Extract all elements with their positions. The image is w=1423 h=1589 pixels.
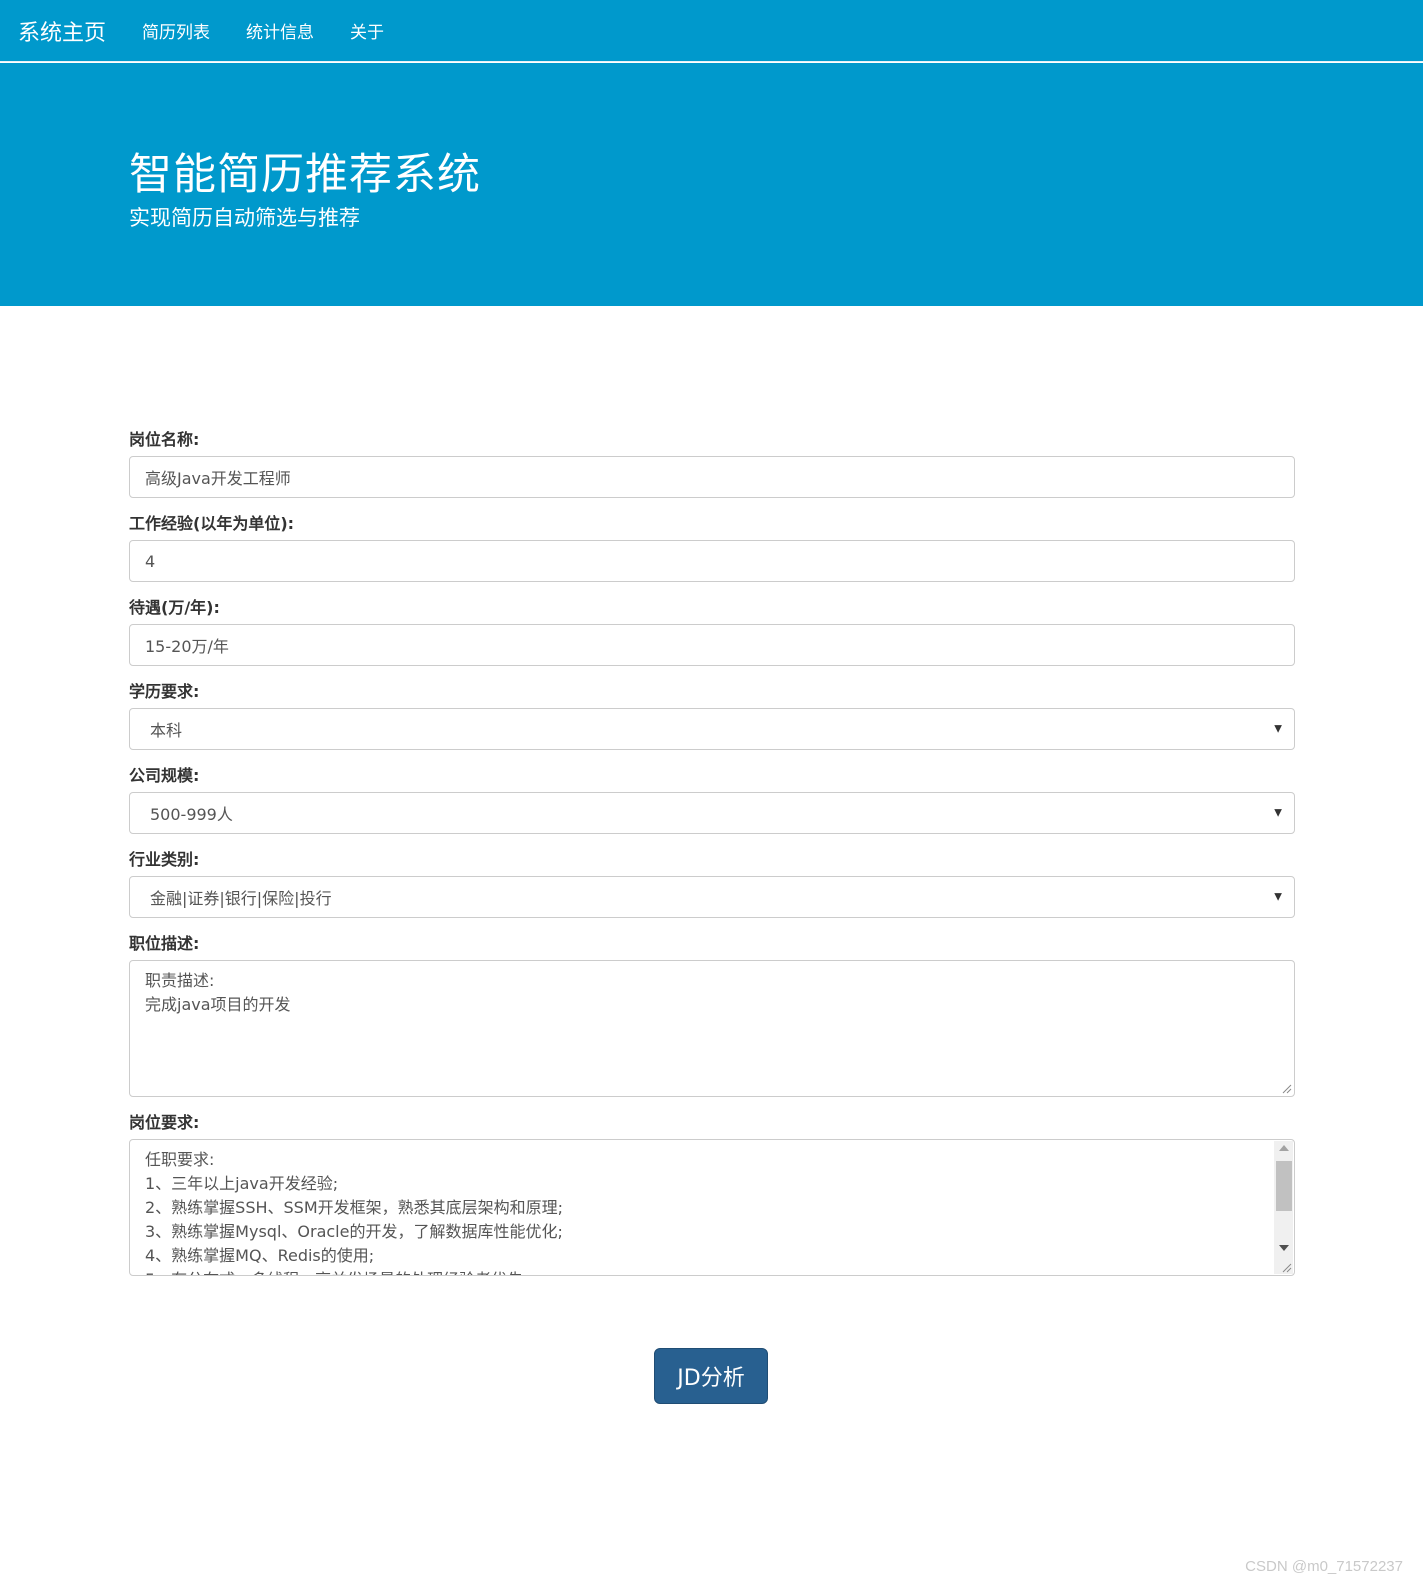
- requirements-label: 岗位要求:: [129, 1113, 200, 1132]
- company-size-group: 公司规模: 500-999人 ▼: [129, 766, 1295, 834]
- experience-label: 工作经验(以年为单位):: [129, 514, 295, 533]
- scroll-up-arrow-icon[interactable]: [1279, 1145, 1289, 1151]
- nav-item-about[interactable]: 关于: [350, 18, 384, 43]
- requirements-line: 4、熟练掌握MQ、Redis的使用;: [145, 1246, 375, 1265]
- navbar: 系统主页 简历列表 统计信息 关于: [0, 0, 1423, 62]
- job-title-value: 高级Java开发工程师: [145, 469, 291, 488]
- job-title-input[interactable]: 高级Java开发工程师: [129, 456, 1295, 498]
- job-title-group: 岗位名称: 高级Java开发工程师: [129, 430, 1295, 498]
- company-size-label: 公司规模:: [129, 766, 200, 785]
- requirements-line: 5、有分布式、多线程、高并发场景的处理经验者优先: [145, 1268, 1260, 1275]
- scrollbar-thumb[interactable]: [1276, 1161, 1292, 1211]
- education-value: 本科: [150, 721, 183, 740]
- requirements-line: 3、熟练掌握Mysql、Oracle的开发，了解数据库性能优化;: [145, 1222, 563, 1241]
- chevron-down-icon: ▼: [1274, 723, 1282, 735]
- nav-item-resume-list[interactable]: 简历列表: [142, 18, 210, 43]
- job-title-label: 岗位名称:: [129, 430, 200, 449]
- page-title: 智能简历推荐系统: [129, 150, 481, 200]
- watermark: CSDN @m0_71572237: [1245, 1558, 1403, 1575]
- education-label: 学历要求:: [129, 682, 200, 701]
- scroll-down-arrow-icon[interactable]: [1279, 1245, 1289, 1251]
- brand-link[interactable]: 系统主页: [18, 15, 106, 47]
- resize-grip-icon[interactable]: [1280, 1082, 1292, 1094]
- salary-group: 待遇(万/年): 15-20万/年: [129, 598, 1295, 666]
- jd-form: 岗位名称: 高级Java开发工程师 工作经验(以年为单位): 4 待遇(万/年)…: [129, 430, 1295, 1292]
- requirements-line: 任职要求:: [145, 1150, 215, 1169]
- company-size-select[interactable]: 500-999人 ▼: [129, 792, 1295, 834]
- requirements-line: 2、熟练掌握SSH、SSM开发框架，熟悉其底层架构和原理;: [145, 1198, 564, 1217]
- industry-value: 金融|证券|银行|保险|投行: [150, 889, 332, 908]
- requirements-group: 岗位要求: 任职要求: 1、三年以上java开发经验; 2、熟练掌握SSH、SS…: [129, 1113, 1295, 1276]
- jd-analyze-button[interactable]: JD分析: [654, 1348, 768, 1404]
- industry-select[interactable]: 金融|证券|银行|保险|投行 ▼: [129, 876, 1295, 918]
- salary-input[interactable]: 15-20万/年: [129, 624, 1295, 666]
- nav-item-statistics[interactable]: 统计信息: [246, 18, 314, 43]
- requirements-line: 1、三年以上java开发经验;: [145, 1174, 339, 1193]
- industry-label: 行业类别:: [129, 850, 200, 869]
- description-line: 完成java项目的开发: [145, 995, 291, 1014]
- experience-value: 4: [145, 551, 156, 571]
- experience-input[interactable]: 4: [129, 540, 1295, 582]
- description-group: 职位描述: 职责描述: 完成java项目的开发: [129, 934, 1295, 1097]
- experience-group: 工作经验(以年为单位): 4: [129, 514, 1295, 582]
- description-textarea[interactable]: 职责描述: 完成java项目的开发: [129, 960, 1295, 1097]
- description-label: 职位描述:: [129, 934, 200, 953]
- salary-value: 15-20万/年: [145, 637, 229, 656]
- chevron-down-icon: ▼: [1274, 807, 1282, 819]
- company-size-value: 500-999人: [150, 805, 233, 824]
- salary-label: 待遇(万/年):: [129, 598, 220, 617]
- education-group: 学历要求: 本科 ▼: [129, 682, 1295, 750]
- page-subtitle: 实现简历自动筛选与推荐: [129, 206, 360, 230]
- jumbotron: 智能简历推荐系统 实现简历自动筛选与推荐: [0, 63, 1423, 306]
- education-select[interactable]: 本科 ▼: [129, 708, 1295, 750]
- requirements-textarea[interactable]: 任职要求: 1、三年以上java开发经验; 2、熟练掌握SSH、SSM开发框架，…: [129, 1139, 1295, 1276]
- chevron-down-icon: ▼: [1274, 891, 1282, 903]
- resize-grip-icon[interactable]: [1280, 1261, 1292, 1273]
- industry-group: 行业类别: 金融|证券|银行|保险|投行 ▼: [129, 850, 1295, 918]
- description-line: 职责描述:: [145, 971, 215, 990]
- textarea-scrollbar[interactable]: [1274, 1141, 1293, 1274]
